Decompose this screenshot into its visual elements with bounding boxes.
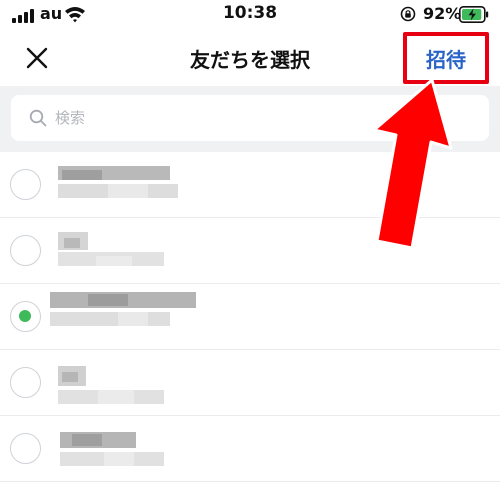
select-radio[interactable]	[10, 235, 41, 266]
battery-percentage: 92%	[423, 4, 462, 23]
select-radio[interactable]	[10, 433, 41, 464]
status-bar: au 10:38 92%	[0, 0, 500, 30]
select-radio[interactable]	[10, 301, 41, 332]
battery-charging-icon	[459, 6, 489, 23]
friend-list-item[interactable]	[0, 416, 500, 482]
red-arrow-icon	[372, 78, 453, 248]
close-icon[interactable]	[22, 43, 52, 73]
rotation-lock-icon	[400, 6, 416, 22]
friend-list-item[interactable]	[0, 350, 500, 416]
friend-list-item[interactable]	[0, 284, 500, 350]
select-radio[interactable]	[10, 367, 41, 398]
invite-button[interactable]: 招待	[403, 32, 489, 84]
search-icon	[29, 109, 47, 127]
select-radio[interactable]	[10, 169, 41, 200]
selected-dot	[19, 310, 31, 322]
